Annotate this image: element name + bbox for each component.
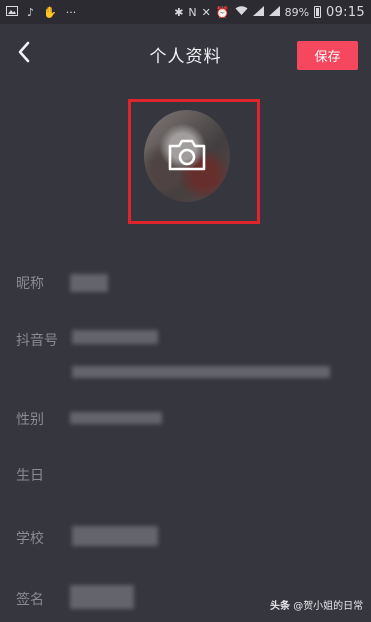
gender-label: 性别 [16, 412, 44, 428]
camera-icon [168, 139, 206, 171]
douyin-id-value-obscured[interactable] [72, 330, 158, 344]
battery-percent: 89% [284, 5, 310, 19]
avatar-highlight-frame [128, 99, 260, 224]
gender-value-obscured[interactable] [70, 412, 162, 424]
tiktok-notification-icon: ♪ [27, 5, 35, 19]
watermark-source: 头条 [270, 601, 290, 612]
birthday-label: 生日 [16, 468, 44, 484]
signature-label: 签名 [16, 592, 44, 608]
save-button[interactable]: 保存 [297, 41, 358, 70]
avatar[interactable] [144, 110, 230, 202]
gallery-notification-icon [6, 6, 18, 18]
douyin-id-label: 抖音号 [16, 333, 58, 349]
bluetooth-icon: ✱ [174, 5, 184, 19]
alarm-icon: ⏰ [215, 5, 230, 19]
nfc-icon: N [188, 5, 197, 19]
signature-value-obscured[interactable] [70, 585, 134, 609]
school-value-obscured[interactable] [72, 526, 158, 546]
nickname-label: 昵称 [16, 276, 44, 292]
status-left: ♪ ✋ ··· [6, 6, 76, 18]
more-notifications-icon: ··· [65, 5, 77, 19]
signal-2-icon [268, 6, 280, 18]
hand-notification-icon: ✋ [43, 5, 57, 19]
nickname-value-obscured[interactable] [70, 274, 108, 292]
school-label: 学校 [16, 531, 44, 547]
wifi-icon [235, 6, 248, 18]
battery-icon [314, 6, 322, 18]
watermark-author: @贺小姐的日常 [293, 601, 364, 612]
status-right: ✱ N ✕ ⏰ 89% 09:15 [174, 5, 365, 20]
watermark: 头条 @贺小姐的日常 [270, 597, 363, 612]
clock: 09:15 [326, 4, 365, 20]
status-bar: ♪ ✋ ··· ✱ N ✕ ⏰ 89% 09:15 [0, 0, 371, 24]
signal-1-icon [252, 6, 264, 18]
mute-icon: ✕ [201, 5, 211, 19]
header: 个人资料 保存 [0, 24, 371, 80]
douyin-id-link-obscured[interactable] [72, 366, 330, 378]
